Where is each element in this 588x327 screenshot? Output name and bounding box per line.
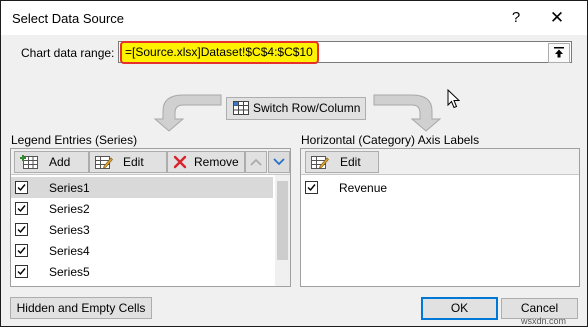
category-name: Revenue xyxy=(339,181,388,195)
list-item[interactable]: Series1 xyxy=(11,177,273,198)
mouse-pointer-icon xyxy=(447,89,461,109)
list-item[interactable]: Revenue xyxy=(301,177,579,198)
swap-right-arrow-icon xyxy=(373,94,442,132)
close-button[interactable]: ✕ xyxy=(542,5,572,31)
move-series-up-button[interactable] xyxy=(245,151,267,173)
list-item[interactable]: Series4 xyxy=(11,240,273,261)
red-x-icon xyxy=(173,155,187,169)
series-name: Series1 xyxy=(49,181,90,195)
series-checkbox[interactable] xyxy=(15,265,28,278)
chart-data-range-field[interactable]: =[Source.xlsx]Dataset!$C$4:$C$10 xyxy=(118,41,572,64)
series-toolbar: Add Edit Remove xyxy=(11,149,290,175)
category-axis-labels-label: Horizontal (Category) Axis Labels xyxy=(301,133,480,147)
remove-series-button[interactable]: Remove xyxy=(167,151,245,173)
edit-series-label: Edit xyxy=(123,155,144,169)
edit-series-button[interactable]: Edit xyxy=(89,151,167,173)
series-name: Series2 xyxy=(49,202,90,216)
chart-data-range-label: Chart data range: xyxy=(21,46,115,60)
arrow-up-icon xyxy=(250,158,262,166)
category-checkbox[interactable] xyxy=(305,181,318,194)
switch-row-column-label: Switch Row/Column xyxy=(253,101,361,115)
series-name: Series3 xyxy=(49,223,90,237)
scrollbar-thumb[interactable] xyxy=(277,181,288,260)
collapse-up-icon xyxy=(554,47,564,58)
list-item[interactable]: Series2 xyxy=(11,198,273,219)
ok-button[interactable]: OK xyxy=(421,297,498,320)
series-scrollbar[interactable] xyxy=(275,175,290,286)
series-checkbox[interactable] xyxy=(15,223,28,236)
checkmark-icon xyxy=(17,247,26,255)
title-bar: Select Data Source ? ✕ xyxy=(1,1,587,35)
category-axis-labels-panel: Edit Revenue xyxy=(300,148,580,287)
table-add-icon xyxy=(20,155,38,169)
category-toolbar: Edit xyxy=(301,149,579,175)
series-name: Series5 xyxy=(49,265,90,279)
series-checkbox[interactable] xyxy=(15,181,28,194)
move-series-down-button[interactable] xyxy=(268,151,290,173)
collapse-dialog-button[interactable] xyxy=(548,43,570,63)
checkmark-icon xyxy=(17,184,26,192)
legend-entries-panel: Add Edit Remove Series1 Series2 Series3 … xyxy=(10,148,291,287)
edit-category-label: Edit xyxy=(340,155,361,169)
add-series-button[interactable]: Add xyxy=(14,151,89,173)
legend-entries-label: Legend Entries (Series) xyxy=(11,133,138,147)
arrow-down-icon xyxy=(273,158,285,166)
switch-row-column-button[interactable]: Switch Row/Column xyxy=(226,97,366,120)
select-data-source-dialog: Select Data Source ? ✕ Chart data range:… xyxy=(0,0,588,327)
table-edit-icon xyxy=(311,156,329,169)
chart-data-range-value[interactable]: =[Source.xlsx]Dataset!$C$4:$C$10 xyxy=(120,41,319,64)
list-item[interactable]: Series5 xyxy=(11,261,273,282)
swap-left-arrow-icon xyxy=(153,94,222,132)
hidden-and-empty-cells-button[interactable]: Hidden and Empty Cells xyxy=(10,297,152,319)
checkmark-icon xyxy=(307,184,316,192)
edit-category-button[interactable]: Edit xyxy=(305,151,379,173)
dialog-title: Select Data Source xyxy=(12,11,125,26)
checkmark-icon xyxy=(17,226,26,234)
list-item[interactable]: Series3 xyxy=(11,219,273,240)
checkmark-icon xyxy=(17,205,26,213)
checkmark-icon xyxy=(17,268,26,276)
remove-series-label: Remove xyxy=(194,155,239,169)
series-name: Series4 xyxy=(49,244,90,258)
help-button[interactable]: ? xyxy=(501,5,531,31)
switch-row-column-icon xyxy=(233,101,249,115)
add-series-label: Add xyxy=(49,155,71,169)
watermark: wsxdn.com xyxy=(521,316,567,326)
series-checkbox[interactable] xyxy=(15,244,28,257)
series-checkbox[interactable] xyxy=(15,202,28,215)
table-edit-icon xyxy=(95,156,113,169)
